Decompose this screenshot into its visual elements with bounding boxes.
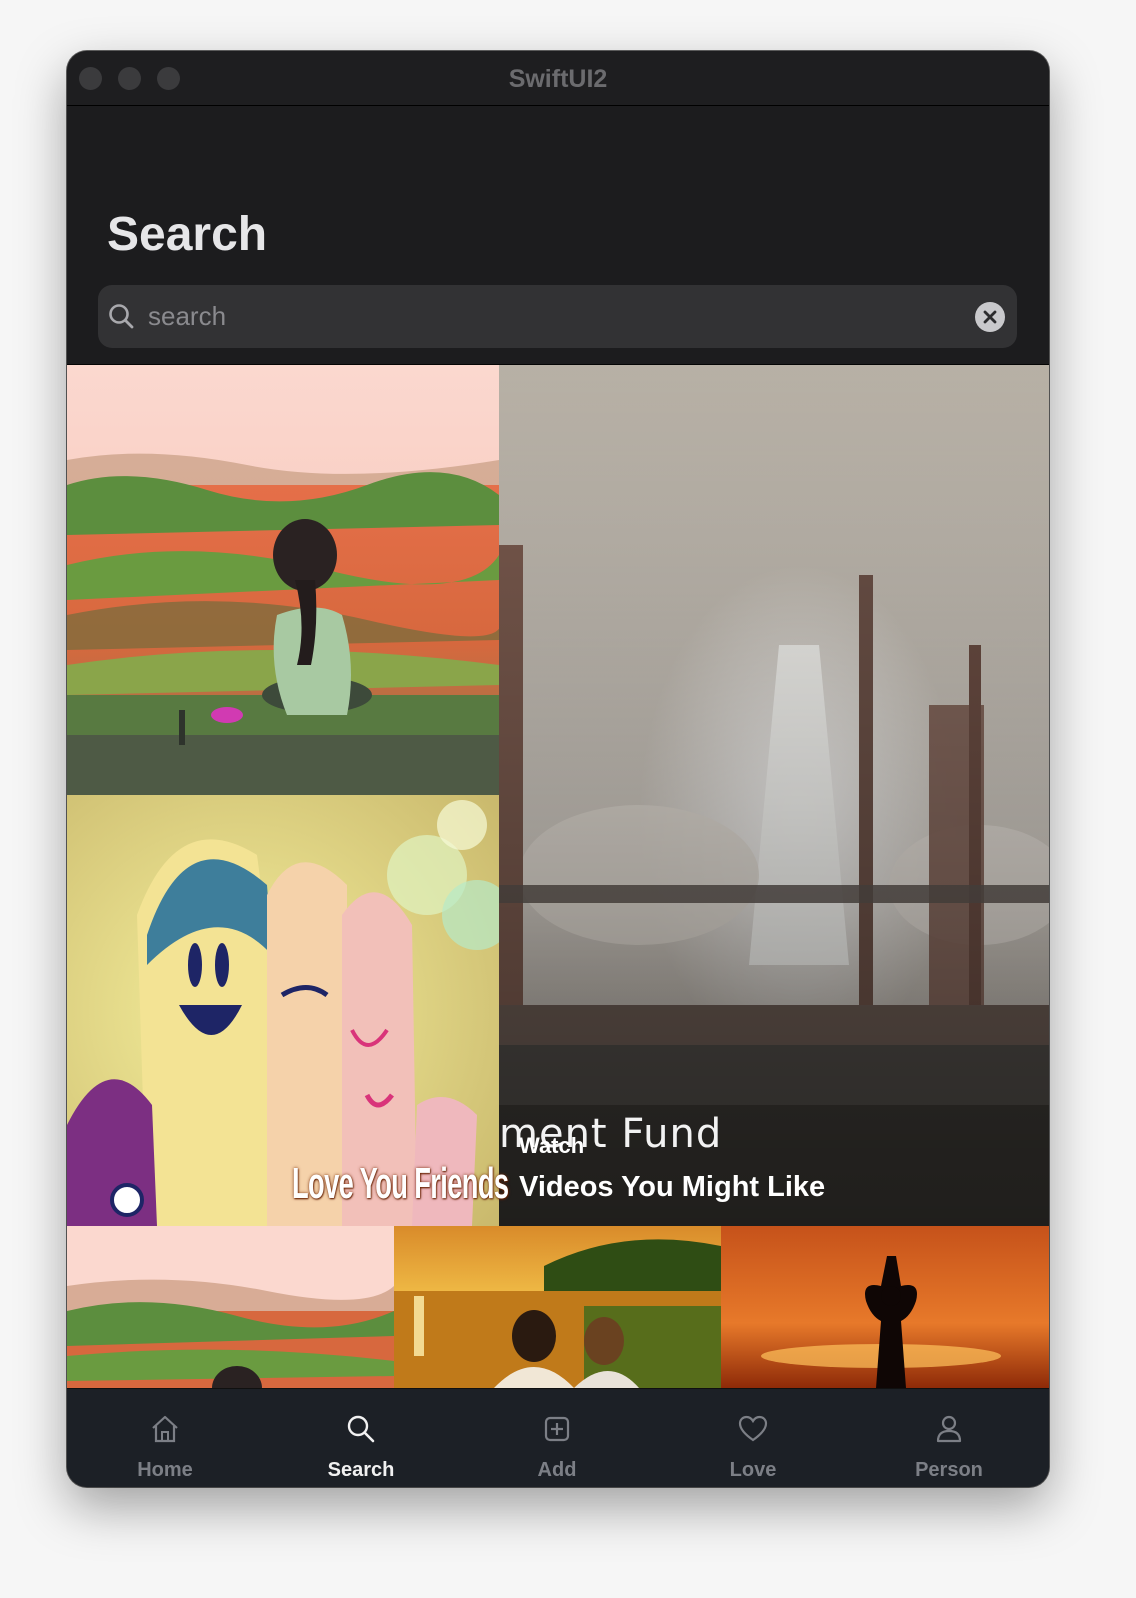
person-icon <box>933 1413 965 1445</box>
title-bar: SwiftUI2 <box>67 51 1049 106</box>
window-title: SwiftUI2 <box>508 65 608 93</box>
watch-label: Watch <box>519 1133 585 1158</box>
tab-label: Person <box>915 1459 983 1481</box>
app-window: SwiftUI2 Search search Love You Friends … <box>67 51 1049 1487</box>
video-tile-industrial[interactable] <box>499 365 1049 1226</box>
clear-search-button[interactable] <box>975 302 1005 332</box>
photo-tile-park-small[interactable] <box>67 1226 394 1388</box>
tab-add[interactable]: Add <box>459 1389 655 1487</box>
photo-tile-girl-park[interactable] <box>67 365 499 795</box>
house-icon <box>149 1413 181 1445</box>
friends-caption: Love You Friends <box>292 1159 509 1208</box>
videos-label: Videos You Might Like <box>519 1171 826 1203</box>
plus-square-icon <box>541 1413 573 1445</box>
tab-label: Love <box>729 1459 777 1481</box>
photo-tile-yoga-silhouette[interactable] <box>721 1226 1049 1388</box>
tab-love[interactable]: Love <box>655 1389 851 1487</box>
page-title: Search <box>107 208 268 261</box>
search-input[interactable] <box>148 285 948 348</box>
tab-home[interactable]: Home <box>67 1389 263 1487</box>
photo-tile-sunset-couple[interactable] <box>394 1226 721 1388</box>
tab-person[interactable]: Person <box>851 1389 1047 1487</box>
tab-label: Add <box>537 1459 577 1481</box>
tab-bar: Home Search Add Love Person <box>67 1388 1049 1487</box>
magnifier-icon <box>107 302 137 337</box>
close-icon <box>983 310 997 324</box>
tab-label: Search <box>327 1459 395 1481</box>
search-bar[interactable] <box>98 285 1017 348</box>
heart-icon <box>737 1413 769 1445</box>
tab-label: Home <box>137 1459 193 1481</box>
tab-search[interactable]: Search <box>263 1389 459 1487</box>
search-icon <box>345 1413 377 1445</box>
